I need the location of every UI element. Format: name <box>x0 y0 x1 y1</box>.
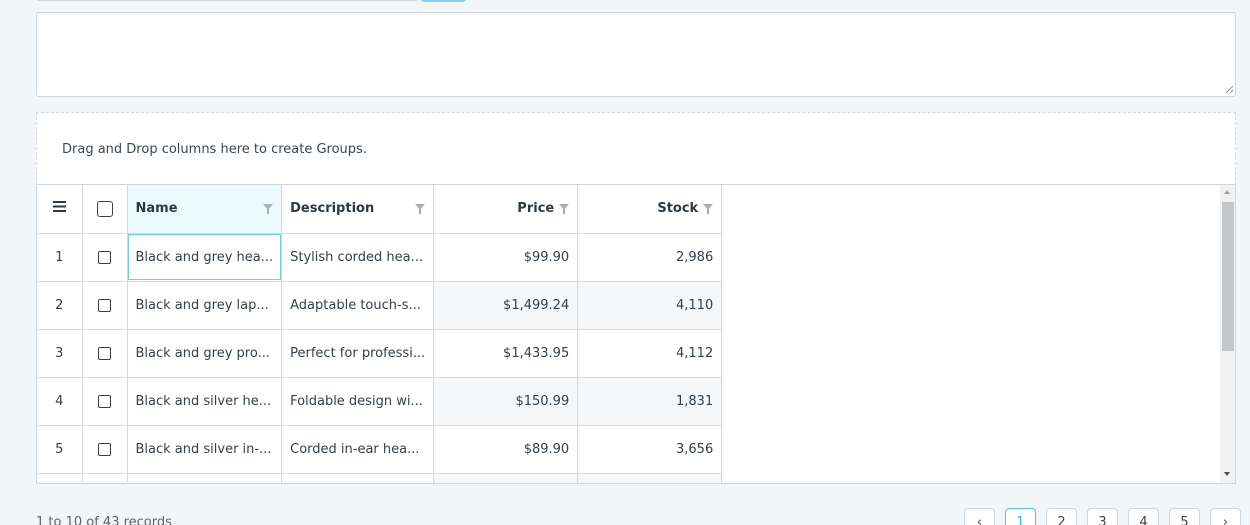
table-row[interactable] <box>37 473 723 483</box>
row-index: 3 <box>37 329 83 378</box>
row-select-cell <box>82 329 128 378</box>
page-button-1[interactable]: 1 <box>1005 508 1036 525</box>
filter-icon[interactable] <box>263 203 274 214</box>
cell-description[interactable] <box>281 473 435 483</box>
table-row[interactable]: 3 Black and grey pro... Perfect for prof… <box>37 329 723 378</box>
column-header-stock[interactable]: Stock <box>577 185 723 234</box>
page-button-3[interactable]: 3 <box>1087 508 1118 525</box>
cell-name[interactable] <box>127 473 283 483</box>
cell-name[interactable]: Black and silver he... <box>127 377 283 426</box>
cell-description[interactable]: Perfect for professi... <box>281 329 435 378</box>
row-select-cell <box>82 377 128 426</box>
row-checkbox[interactable] <box>98 250 111 264</box>
row-checkbox[interactable] <box>98 394 111 408</box>
page-button-2[interactable]: 2 <box>1046 508 1077 525</box>
vertical-scrollbar[interactable] <box>1220 185 1235 483</box>
cell-stock[interactable]: 4,112 <box>577 329 723 378</box>
cell-description[interactable]: Adaptable touch-s... <box>281 281 435 330</box>
row-index: 2 <box>37 281 83 330</box>
filter-icon[interactable] <box>415 203 426 214</box>
cell-name[interactable]: Black and grey pro... <box>127 329 283 378</box>
prev-page-button[interactable]: ‹ <box>964 508 995 525</box>
row-select-cell <box>82 425 128 474</box>
cell-description[interactable]: Foldable design wi... <box>281 377 435 426</box>
column-header-price[interactable]: Price <box>433 185 579 234</box>
row-checkbox[interactable] <box>98 442 111 456</box>
table-row[interactable]: 4 Black and silver he... Foldable design… <box>37 377 723 426</box>
table-row[interactable]: 2 Black and grey lap... Adaptable touch-… <box>37 281 723 330</box>
group-drop-hint: Drag and Drop columns here to create Gro… <box>62 142 367 157</box>
column-label-stock: Stock <box>657 201 699 217</box>
column-label-name: Name <box>135 201 178 217</box>
cell-stock[interactable]: 4,110 <box>577 281 723 330</box>
cell-price[interactable]: $99.90 <box>433 233 579 282</box>
top-input-field[interactable] <box>36 0 419 1</box>
cell-name[interactable]: Black and silver in-... <box>127 425 283 474</box>
select-all-checkbox[interactable] <box>96 200 113 217</box>
row-select-cell <box>82 281 128 330</box>
row-select-cell <box>82 233 128 282</box>
column-menu-header[interactable] <box>37 185 83 234</box>
column-header-description[interactable]: Description <box>281 185 435 234</box>
page-button-4[interactable]: 4 <box>1128 508 1159 525</box>
scrollbar-thumb[interactable] <box>1222 202 1234 351</box>
cell-description[interactable]: Corded in-ear hea... <box>281 425 435 474</box>
group-drop-area[interactable]: Drag and Drop columns here to create Gro… <box>36 112 1236 185</box>
records-summary: 1 to 10 of 43 records <box>36 515 172 525</box>
cell-stock[interactable] <box>577 473 723 483</box>
cell-description[interactable]: Stylish corded hea... <box>281 233 435 282</box>
select-all-header <box>82 185 128 234</box>
cell-stock[interactable]: 1,831 <box>577 377 723 426</box>
cell-price[interactable]: $1,499.24 <box>433 281 579 330</box>
column-header-name[interactable]: Name <box>127 185 283 234</box>
grid-table: Name Description Price Stock 1 Black and… <box>37 185 723 483</box>
cell-stock[interactable]: 2,986 <box>577 233 723 282</box>
data-grid: Name Description Price Stock 1 Black and… <box>36 184 1236 484</box>
cell-price[interactable]: $1,433.95 <box>433 329 579 378</box>
cell-price[interactable] <box>433 473 579 483</box>
table-row[interactable]: 5 Black and silver in-... Corded in-ear … <box>37 425 723 474</box>
page-button-5[interactable]: 5 <box>1169 508 1200 525</box>
filter-icon[interactable] <box>703 203 714 214</box>
scroll-down-arrow-icon[interactable] <box>1224 472 1230 476</box>
grid-header-row: Name Description Price Stock <box>37 185 723 234</box>
row-index <box>37 473 83 483</box>
column-label-description: Description <box>290 201 375 217</box>
top-action-button[interactable] <box>421 0 466 2</box>
row-checkbox[interactable] <box>98 298 111 312</box>
row-index: 5 <box>37 425 83 474</box>
cell-price[interactable]: $150.99 <box>433 377 579 426</box>
scroll-up-arrow-icon[interactable] <box>1224 190 1230 194</box>
cell-name[interactable]: Black and grey hea... <box>127 233 283 282</box>
row-index: 1 <box>37 233 83 282</box>
notes-textarea[interactable] <box>36 12 1236 97</box>
row-checkbox[interactable] <box>98 346 111 360</box>
column-label-price: Price <box>517 201 555 217</box>
next-page-button[interactable]: › <box>1210 508 1241 525</box>
filter-icon[interactable] <box>559 203 570 214</box>
cell-stock[interactable]: 3,656 <box>577 425 723 474</box>
table-row[interactable]: 1 Black and grey hea... Stylish corded h… <box>37 233 723 282</box>
row-select-cell <box>82 473 128 483</box>
pagination: ‹ 1 2 3 4 5 › <box>964 508 1241 525</box>
cell-price[interactable]: $89.90 <box>433 425 579 474</box>
row-index: 4 <box>37 377 83 426</box>
menu-icon[interactable] <box>52 201 66 213</box>
cell-name[interactable]: Black and grey lap... <box>127 281 283 330</box>
